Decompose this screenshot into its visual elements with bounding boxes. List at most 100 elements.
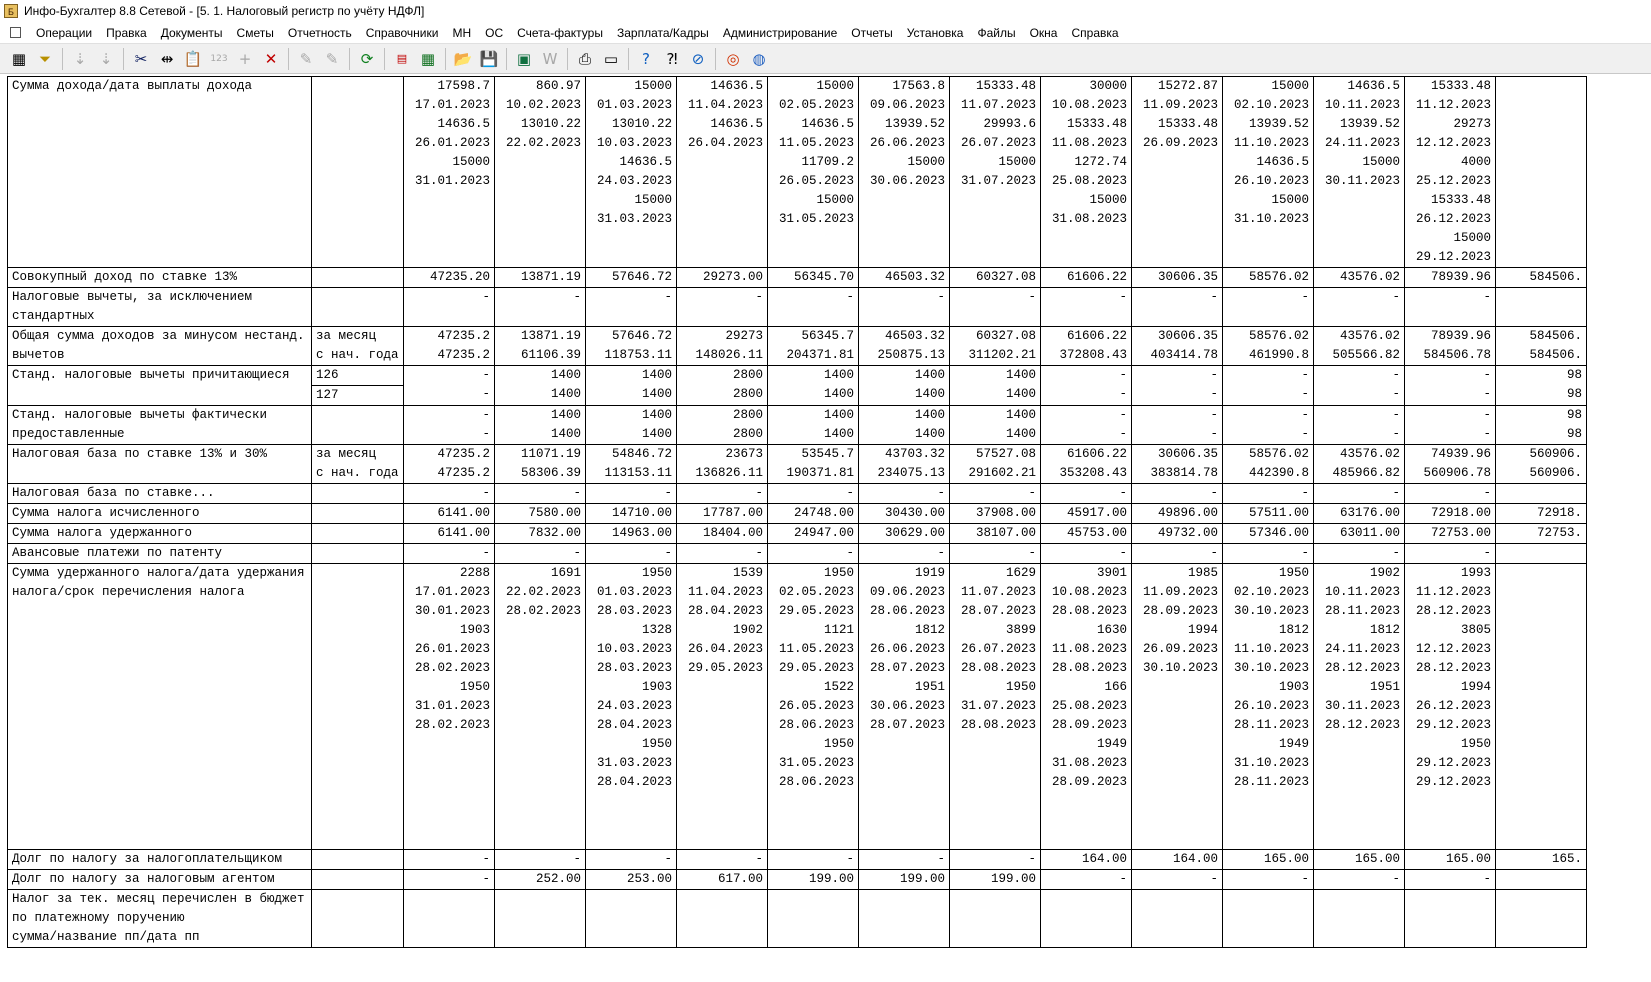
- row-label[interactable]: Налоговая база по ставке 13% и 30%: [7, 444, 312, 484]
- value-cell[interactable]: [1222, 889, 1314, 948]
- value-cell[interactable]: 14963.00: [585, 523, 677, 544]
- value-cell[interactable]: 43703.32 234075.13: [858, 444, 950, 484]
- value-cell[interactable]: 1400 1400: [585, 365, 677, 406]
- preview-icon[interactable]: ▭: [598, 47, 624, 71]
- value-cell[interactable]: 199.00: [858, 869, 950, 890]
- value-cell[interactable]: -: [1313, 869, 1405, 890]
- value-cell[interactable]: 15000 02.05.2023 14636.5 11.05.2023 11709.2 2…: [767, 76, 859, 268]
- row-sublabel[interactable]: [311, 503, 404, 524]
- menu-administration[interactable]: Администрирование: [716, 26, 844, 40]
- value-cell[interactable]: 63011.00: [1313, 523, 1405, 544]
- value-cell[interactable]: 584506.: [1495, 267, 1587, 288]
- value-cell[interactable]: 1400 1400: [858, 365, 950, 406]
- value-cell[interactable]: -: [403, 483, 495, 504]
- value-cell[interactable]: 584506. 584506.: [1495, 326, 1587, 366]
- value-cell[interactable]: 57646.72 118753.11: [585, 326, 677, 366]
- value-cell[interactable]: --: [1131, 365, 1223, 406]
- value-cell[interactable]: -: [949, 287, 1041, 327]
- value-cell[interactable]: 1400 1400: [494, 365, 586, 406]
- brush-icon[interactable]: ✎: [293, 47, 319, 71]
- menu-reports[interactable]: Отчеты: [844, 26, 899, 40]
- value-cell[interactable]: -: [585, 543, 677, 564]
- value-cell[interactable]: 30606.35: [1131, 267, 1223, 288]
- save-icon[interactable]: 💾: [476, 47, 502, 71]
- value-cell[interactable]: 58576.02 461990.8: [1222, 326, 1314, 366]
- value-cell[interactable]: 17598.7 17.01.2023 14636.5 26.01.2023 15000 3…: [403, 76, 495, 268]
- value-cell[interactable]: 43576.02 485966.82: [1313, 444, 1405, 484]
- value-cell[interactable]: 1539 11.04.2023 28.04.2023 1902 26.04.2023 29…: [676, 563, 768, 850]
- row-sublabel[interactable]: [311, 267, 404, 288]
- value-cell[interactable]: 60327.08 311202.21: [949, 326, 1041, 366]
- row-sublabel[interactable]: [311, 543, 404, 564]
- value-cell[interactable]: 1400 1400: [949, 405, 1041, 445]
- value-cell[interactable]: [1495, 889, 1587, 948]
- word-icon[interactable]: W: [537, 47, 563, 71]
- value-cell[interactable]: 63176.00: [1313, 503, 1405, 524]
- columns-icon[interactable]: ⇹: [154, 47, 180, 71]
- value-cell[interactable]: 45917.00: [1040, 503, 1132, 524]
- value-cell[interactable]: 47235.2 47235.2: [403, 444, 495, 484]
- value-cell[interactable]: 617.00: [676, 869, 768, 890]
- menu-reporting[interactable]: Отчетность: [281, 26, 359, 40]
- row-label[interactable]: Сумма дохода/дата выплаты дохода: [7, 76, 312, 268]
- value-cell[interactable]: [676, 889, 768, 948]
- value-cell[interactable]: -: [676, 483, 768, 504]
- row-label[interactable]: Сумма налога исчисленного: [7, 503, 312, 524]
- row-sublabel[interactable]: 127: [311, 385, 404, 406]
- value-cell[interactable]: 15272.87 11.09.2023 15333.48 26.09.2023: [1131, 76, 1223, 268]
- value-cell[interactable]: 13871.19: [494, 267, 586, 288]
- value-cell[interactable]: 18404.00: [676, 523, 768, 544]
- value-cell[interactable]: [1313, 889, 1405, 948]
- value-cell[interactable]: [1495, 76, 1587, 268]
- row-sublabel[interactable]: [311, 287, 404, 327]
- value-cell[interactable]: 23673 136826.11: [676, 444, 768, 484]
- row-sublabel[interactable]: [311, 849, 404, 870]
- value-cell[interactable]: 56345.7 204371.81: [767, 326, 859, 366]
- register-grid[interactable]: Сумма дохода/дата выплаты дохода 17598.7 1…: [7, 76, 1651, 982]
- value-cell[interactable]: -: [1313, 287, 1405, 327]
- open-folder-icon[interactable]: 📂: [450, 47, 476, 71]
- value-cell[interactable]: 1400 1400: [494, 405, 586, 445]
- value-cell[interactable]: -: [585, 287, 677, 327]
- value-cell[interactable]: 17787.00: [676, 503, 768, 524]
- row-sublabel[interactable]: за месяц с нач. года: [311, 326, 404, 366]
- value-cell[interactable]: 1691 22.02.2023 28.02.2023: [494, 563, 586, 850]
- value-cell[interactable]: --: [1222, 405, 1314, 445]
- value-cell[interactable]: -: [949, 849, 1041, 870]
- system-menu-icon[interactable]: [10, 27, 21, 38]
- value-cell[interactable]: 46503.32 250875.13: [858, 326, 950, 366]
- value-cell[interactable]: -: [1222, 543, 1314, 564]
- value-cell[interactable]: [1495, 543, 1587, 564]
- value-cell[interactable]: [494, 889, 586, 948]
- menu-salary[interactable]: Зарплата/Кадры: [610, 26, 716, 40]
- value-cell[interactable]: [403, 889, 495, 948]
- menu-documents[interactable]: Документы: [154, 26, 230, 40]
- value-cell[interactable]: 1400 1400: [858, 405, 950, 445]
- value-cell[interactable]: [1404, 889, 1496, 948]
- value-cell[interactable]: 164.00: [1131, 849, 1223, 870]
- value-cell[interactable]: 38107.00: [949, 523, 1041, 544]
- value-cell[interactable]: [1495, 869, 1587, 890]
- value-cell[interactable]: 1985 11.09.2023 28.09.2023 1994 26.09.2023 30…: [1131, 563, 1223, 850]
- value-cell[interactable]: -: [858, 483, 950, 504]
- row-sublabel[interactable]: [311, 405, 404, 445]
- row-label[interactable]: Общая сумма доходов за минусом нестанд. в…: [7, 326, 312, 366]
- value-cell[interactable]: -: [1131, 483, 1223, 504]
- value-cell[interactable]: 860.97 10.02.2023 13010.22 22.02.2023: [494, 76, 586, 268]
- row-sublabel[interactable]: за месяц с нач. года: [311, 444, 404, 484]
- value-cell[interactable]: 49896.00: [1131, 503, 1223, 524]
- value-cell[interactable]: 30000 10.08.2023 15333.48 11.08.2023 1272.74…: [1040, 76, 1132, 268]
- value-cell[interactable]: 6141.00: [403, 523, 495, 544]
- value-cell[interactable]: 30606.35 383814.78: [1131, 444, 1223, 484]
- value-cell[interactable]: -: [403, 869, 495, 890]
- value-cell[interactable]: -: [494, 543, 586, 564]
- row-sublabel[interactable]: [311, 889, 404, 948]
- value-cell[interactable]: 17563.8 09.06.2023 13939.52 26.06.2023 15000…: [858, 76, 950, 268]
- calculator-icon[interactable]: ▦: [415, 47, 441, 71]
- value-cell[interactable]: [585, 889, 677, 948]
- value-cell[interactable]: 1950 02.05.2023 29.05.2023 1121 11.05.2023 29…: [767, 563, 859, 850]
- value-cell[interactable]: 30430.00: [858, 503, 950, 524]
- value-cell[interactable]: -: [494, 287, 586, 327]
- value-cell[interactable]: 165.00: [1222, 849, 1314, 870]
- value-cell[interactable]: --: [403, 365, 495, 406]
